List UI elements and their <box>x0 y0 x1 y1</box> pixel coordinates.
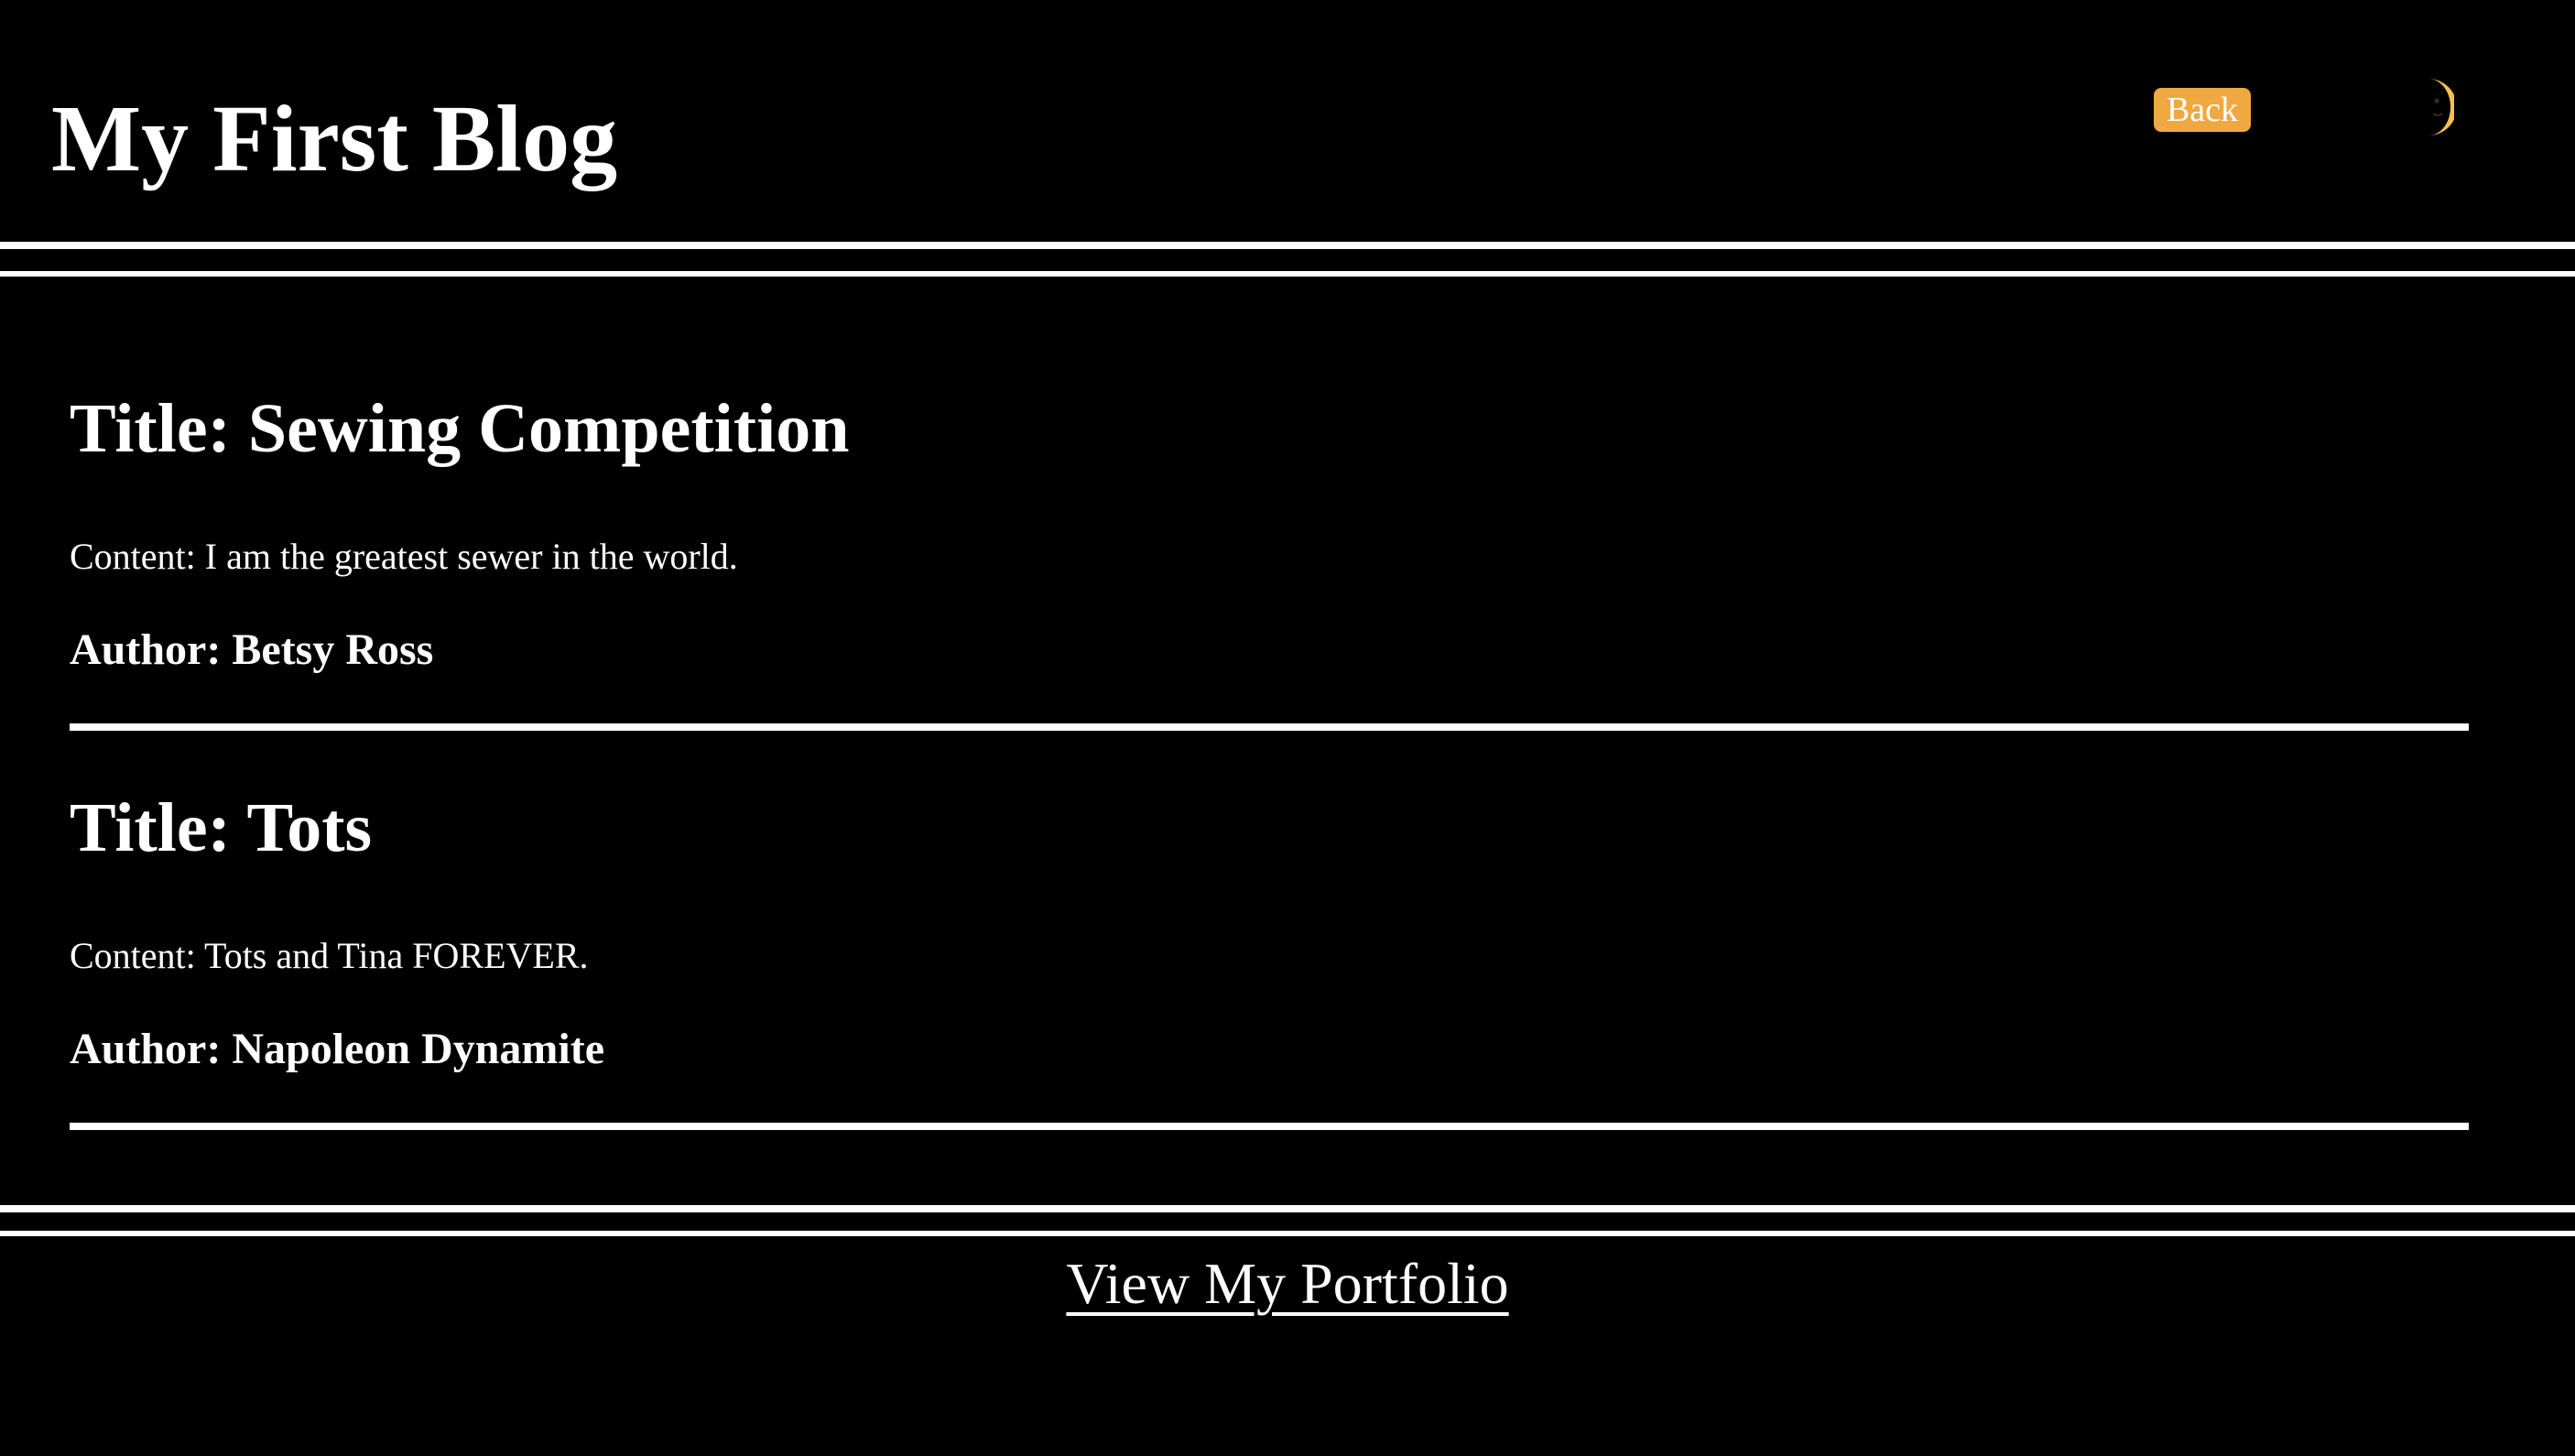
post-content: Content: Tots and Tina FOREVER. <box>70 935 589 976</box>
page-title: My First Blog <box>51 86 618 191</box>
post-content: Content: I am the greatest sewer in the … <box>70 536 738 577</box>
view-portfolio-link[interactable]: View My Portfolio <box>0 1255 2575 1313</box>
footer-divider-bottom <box>0 1231 2575 1236</box>
post-author: Author: Napoleon Dynamite <box>70 1025 604 1073</box>
post-author: Author: Betsy Ross <box>70 625 434 674</box>
blog-post: Title: Tots Content: Tots and Tina FOREV… <box>70 674 2469 1130</box>
footer-divider-top <box>0 1205 2575 1212</box>
back-button[interactable]: Back <box>2154 88 2251 132</box>
blog-post: Title: Sewing Competition Content: I am … <box>70 275 2469 731</box>
blog-posts: Title: Sewing Competition Content: I am … <box>70 275 2469 1130</box>
post-title: Title: Sewing Competition <box>70 390 850 467</box>
page-header: My First Blog Back <box>0 0 2575 244</box>
post-title: Title: Tots <box>70 789 373 866</box>
moon-icon[interactable] <box>2414 77 2457 137</box>
post-divider <box>70 1123 2469 1130</box>
header-divider-top <box>0 242 2575 249</box>
